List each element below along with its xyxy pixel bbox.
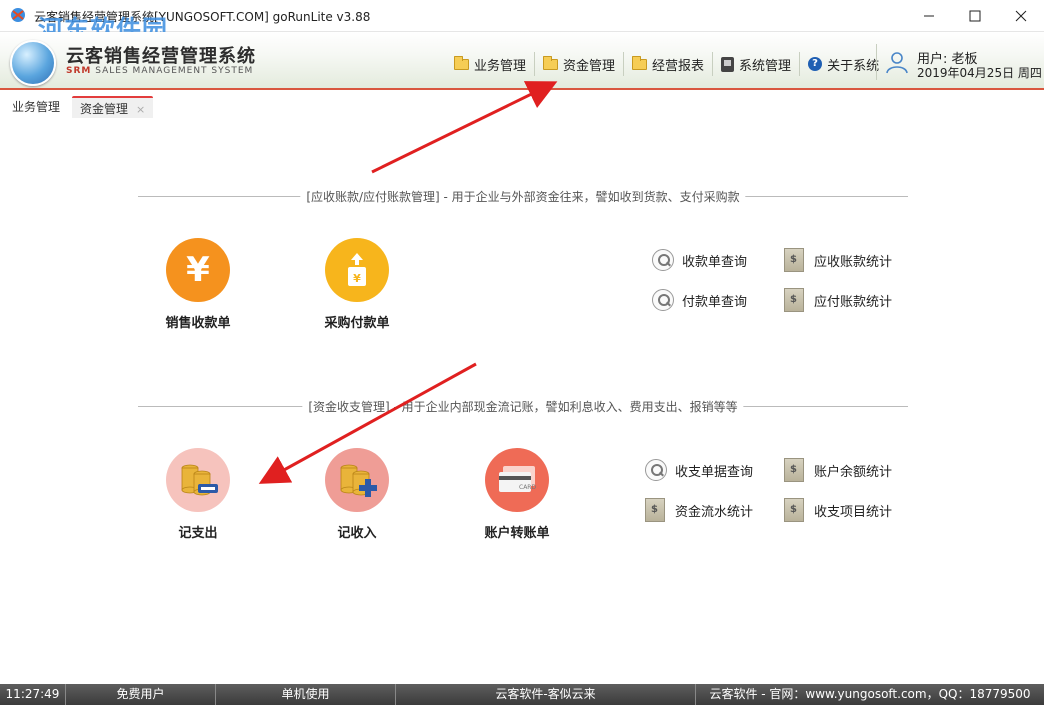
logo-icon: [10, 40, 56, 86]
payment-query-link[interactable]: 付款单查询: [652, 289, 747, 311]
folder-icon: [543, 55, 559, 70]
system-icon: [721, 56, 735, 72]
status-time: 11:27:49: [0, 684, 66, 705]
tab-close-icon[interactable]: ×: [136, 103, 145, 116]
section-receivables-header: [应收账款/应付账款管理] - 用于企业与外部资金往来，譬如收到货款、支付采购款: [138, 188, 908, 205]
section-caption: [应收账款/应付账款管理] - 用于企业与外部资金往来，譬如收到货款、支付采购款: [300, 188, 746, 205]
status-slogan: 云客软件-客似云来: [396, 684, 696, 705]
report-icon: [784, 248, 804, 272]
title-bar: 云客销售经营管理系统[YUNGOSOFT.COM] goRunLite v3.8…: [0, 0, 1044, 44]
payment-doc-icon: ¥: [325, 238, 389, 302]
user-info: 用户: 老板 2019年04月25日 周四: [876, 44, 1042, 80]
status-mode: 单机使用: [216, 684, 396, 705]
close-button[interactable]: [998, 0, 1044, 32]
tab-funds[interactable]: 资金管理 ×: [72, 96, 154, 118]
coins-plus-icon: [325, 448, 389, 512]
main-nav: 业务管理 资金管理 经营报表 系统管理 ? 关于系统: [446, 52, 887, 76]
report-icon: [784, 288, 804, 312]
logo-subtitle: SRM SALES MANAGEMENT SYSTEM: [66, 66, 254, 76]
status-user-type: 免费用户: [66, 684, 216, 705]
close-icon: [1015, 10, 1027, 22]
report-icon: [784, 458, 804, 482]
svg-text:CARD: CARD: [519, 484, 536, 491]
tab-bar: 业务管理 资金管理 ×: [0, 92, 1044, 120]
maximize-icon: [969, 10, 981, 22]
fund-flow-stats-link[interactable]: 资金流水统计: [645, 498, 753, 522]
receivables-stats-link[interactable]: 应收账款统计: [784, 248, 892, 272]
nav-business[interactable]: 业务管理: [446, 52, 534, 76]
report-icon: [645, 498, 665, 522]
help-icon: ?: [808, 57, 823, 71]
receipt-query-link[interactable]: 收款单查询: [652, 249, 747, 271]
tab-business[interactable]: 业务管理: [4, 96, 68, 118]
section-cashflow-header: [资金收支管理] - 用于企业内部现金流记账，譬如利息收入、费用支出、报销等等: [138, 398, 908, 415]
minimize-button[interactable]: [906, 0, 952, 32]
minimize-icon: [924, 15, 934, 17]
folder-icon: [454, 55, 469, 70]
svg-text:¥: ¥: [353, 272, 361, 285]
magnifier-icon: [645, 459, 667, 481]
account-transfer-button[interactable]: CARD 账户转账单: [452, 448, 582, 541]
app-header: 云客销售经营管理系统 SRM SALES MANAGEMENT SYSTEM 业…: [0, 32, 1044, 90]
account-balance-stats-link[interactable]: 账户余额统计: [784, 458, 892, 482]
payables-stats-link[interactable]: 应付账款统计: [784, 288, 892, 312]
magnifier-icon: [652, 249, 674, 271]
card-icon: CARD: [485, 448, 549, 512]
section-caption: [资金收支管理] - 用于企业内部现金流记账，譬如利息收入、费用支出、报销等等: [302, 398, 744, 415]
nav-system[interactable]: 系统管理: [712, 52, 799, 76]
report-icon: [784, 498, 804, 522]
current-date: 2019年04月25日 周四: [917, 66, 1042, 80]
maximize-button[interactable]: [952, 0, 998, 32]
logo-title: 云客销售经营管理系统: [66, 46, 256, 67]
purchase-payment-button[interactable]: ¥ 采购付款单: [292, 238, 422, 331]
cashflow-item-stats-link[interactable]: 收支项目统计: [784, 498, 892, 522]
app-icon: [11, 8, 25, 22]
nav-reports[interactable]: 经营报表: [623, 52, 712, 76]
user-icon: [886, 52, 908, 74]
record-expense-button[interactable]: 记支出: [133, 448, 263, 541]
folder-icon: [632, 55, 648, 70]
status-bar: 11:27:49 免费用户 单机使用 云客软件-客似云来 云客软件 - 官网：w…: [0, 684, 1044, 705]
nav-about[interactable]: ? 关于系统: [799, 52, 887, 76]
record-income-button[interactable]: 记收入: [292, 448, 422, 541]
coins-minus-icon: [166, 448, 230, 512]
sales-receipt-button[interactable]: ¥ 销售收款单: [133, 238, 263, 331]
yuan-icon: ¥: [166, 238, 230, 302]
cashflow-query-link[interactable]: 收支单据查询: [645, 459, 753, 481]
status-contact: 云客软件 - 官网：www.yungosoft.com，QQ：18779500: [709, 687, 1031, 701]
nav-funds[interactable]: 资金管理: [534, 52, 623, 76]
magnifier-icon: [652, 289, 674, 311]
